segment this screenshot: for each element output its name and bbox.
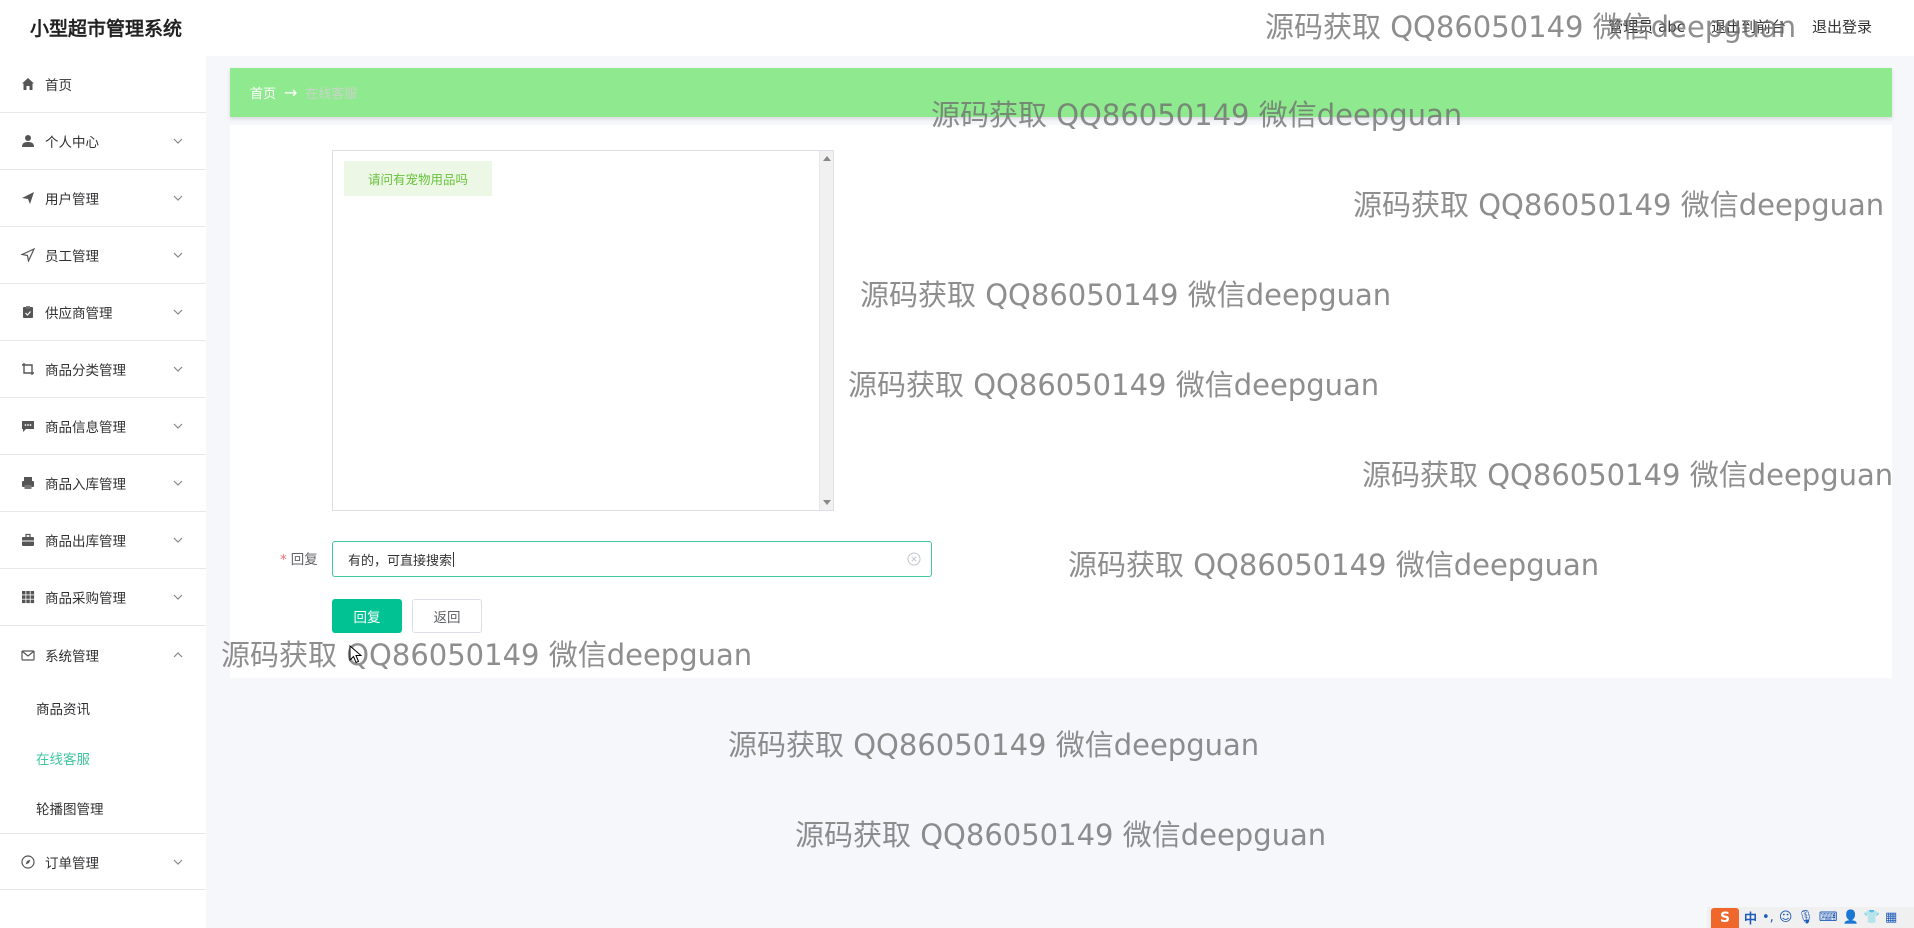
sidebar-item-system-management[interactable]: 系统管理: [0, 626, 206, 683]
emoji-icon[interactable]: ☺: [1779, 910, 1793, 925]
shirt-icon[interactable]: 👕: [1864, 910, 1880, 925]
system-submenu: 商品资讯 在线客服 轮播图管理: [0, 683, 206, 834]
chevron-down-icon: [173, 309, 183, 315]
clear-icon[interactable]: [907, 552, 921, 566]
sidebar-item-label: 首页: [45, 78, 72, 94]
chevron-down-icon: [173, 138, 183, 144]
current-user-label: 管理员 abc: [1608, 18, 1685, 36]
header-links: 管理员 abc 退出到前台 退出登录: [1608, 16, 1872, 37]
breadcrumb-home-link[interactable]: 首页: [250, 83, 276, 102]
grid-icon: [20, 589, 36, 605]
ime-language-toggle[interactable]: 中: [1744, 908, 1757, 927]
briefcase-icon: [20, 532, 36, 548]
mouse-cursor-icon: [349, 645, 363, 664]
punctuation-icon[interactable]: •,: [1762, 910, 1774, 925]
scroll-up-icon[interactable]: [823, 156, 831, 161]
ime-logo-icon[interactable]: S: [1711, 907, 1739, 928]
sidebar-item-stock-out-management[interactable]: 商品出库管理: [0, 512, 206, 569]
chevron-up-icon: [173, 651, 183, 657]
watermark-text: 源码获取 QQ86050149 微信deepguan: [728, 728, 1260, 762]
chevron-down-icon: [173, 859, 183, 865]
reply-button[interactable]: 回复: [332, 599, 402, 633]
home-icon: [20, 76, 36, 92]
sidebar-item-staff-management[interactable]: 员工管理: [0, 227, 206, 284]
chevron-down-icon: [173, 252, 183, 258]
chevron-down-icon: [173, 195, 183, 201]
scroll-down-icon[interactable]: [823, 500, 831, 505]
apps-icon[interactable]: ▦: [1885, 910, 1897, 925]
sidebar-item-supplier-management[interactable]: 供应商管理: [0, 284, 206, 341]
sidebar-item-home[interactable]: 首页: [0, 56, 206, 113]
reply-label-text: 回复: [290, 552, 318, 568]
chat-message: 请问有宠物用品吗: [344, 161, 493, 196]
keyboard-icon[interactable]: ⌨: [1819, 910, 1838, 925]
send-icon: [20, 190, 36, 206]
text-caret: [453, 551, 455, 567]
sidebar-item-label: 个人中心: [45, 135, 99, 151]
sidebar-item-user-management[interactable]: 用户管理: [0, 170, 206, 227]
reply-input[interactable]: 有的，可直接搜索: [332, 541, 932, 577]
ime-toolbar[interactable]: S 中 •, ☺ 🎙 ⌨ 👤 👕 ▦: [1707, 907, 1914, 928]
user-icon[interactable]: 👤: [1843, 910, 1859, 925]
compass-icon: [20, 854, 36, 870]
sidebar-item-product-info-management[interactable]: 商品信息管理: [0, 398, 206, 455]
clipboard-icon: [20, 304, 36, 320]
sidebar-item-label: 员工管理: [45, 249, 99, 265]
sidebar-subitem-product-news[interactable]: 商品资讯: [0, 683, 206, 733]
user-icon: [20, 133, 36, 149]
sidebar-item-label: 系统管理: [45, 648, 99, 665]
chat-scrollbar[interactable]: [819, 151, 833, 510]
sidebar-item-personal-center[interactable]: 个人中心: [0, 113, 206, 170]
back-button[interactable]: 返回: [412, 599, 482, 633]
sidebar-item-category-management[interactable]: 商品分类管理: [0, 341, 206, 398]
sidebar-item-purchase-management[interactable]: 商品采购管理: [0, 569, 206, 626]
chevron-down-icon: [173, 423, 183, 429]
sidebar-item-stock-in-management[interactable]: 商品入库管理: [0, 455, 206, 512]
app-title: 小型超市管理系统: [30, 18, 183, 40]
reply-input-value: 有的，可直接搜索: [348, 553, 453, 569]
breadcrumb-current: 在线客服: [305, 87, 358, 102]
chat-history[interactable]: 请问有宠物用品吗: [332, 150, 834, 511]
chevron-down-icon: [173, 480, 183, 486]
message-icon: [20, 418, 36, 434]
back-to-front-link[interactable]: 退出到前台: [1711, 16, 1786, 37]
sidebar-item-label: 商品入库管理: [45, 477, 126, 493]
sidebar-item-label: 商品出库管理: [45, 534, 126, 550]
sidebar-subitem-online-service[interactable]: 在线客服: [0, 733, 206, 783]
sidebar-item-label: 商品分类管理: [45, 363, 126, 379]
top-bar: 小型超市管理系统 管理员 abc 退出到前台 退出登录: [0, 0, 1914, 56]
sidebar-item-label: 商品采购管理: [45, 591, 126, 607]
chevron-down-icon: [173, 366, 183, 372]
sidebar-item-order-management[interactable]: 订单管理: [0, 834, 206, 890]
logout-link[interactable]: 退出登录: [1812, 16, 1872, 37]
watermark-text: 源码获取 QQ86050149 微信deepguan: [795, 818, 1327, 852]
arrow-right-icon: →: [284, 83, 298, 102]
chevron-down-icon: [173, 537, 183, 543]
mail-icon: [20, 647, 36, 663]
sidebar: 首页 个人中心 用户管理 员工管理 供应商管理 商品分类管理 商品信息管理 商品…: [0, 56, 206, 928]
sidebar-item-label: 订单管理: [45, 855, 99, 872]
crop-icon: [20, 361, 36, 377]
printer-icon: [20, 475, 36, 491]
sidebar-item-label: 商品信息管理: [45, 420, 126, 436]
required-mark: *: [280, 552, 287, 568]
sidebar-item-label: 用户管理: [45, 192, 99, 208]
sidebar-subitem-carousel-management[interactable]: 轮播图管理: [0, 783, 206, 833]
chevron-down-icon: [173, 594, 183, 600]
microphone-icon[interactable]: 🎙: [1797, 910, 1814, 925]
reply-label: * 回复: [280, 548, 318, 568]
sidebar-item-label: 供应商管理: [45, 306, 113, 322]
navigation-icon: [20, 247, 36, 263]
breadcrumb: 首页 → 在线客服: [230, 68, 1892, 117]
